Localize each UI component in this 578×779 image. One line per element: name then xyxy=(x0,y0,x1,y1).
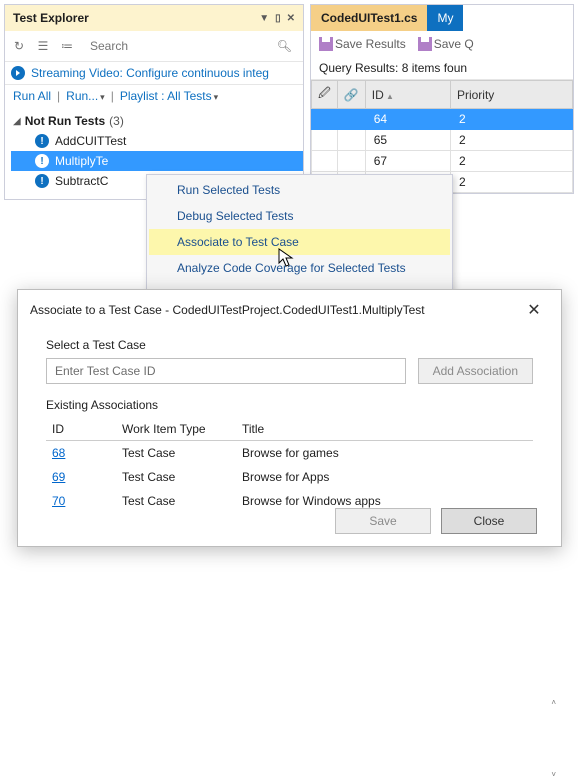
close-button[interactable]: Close xyxy=(441,508,537,534)
test-label: MultiplyTe xyxy=(55,154,108,168)
tab-strip: CodedUITest1.cs My xyxy=(311,5,573,31)
save-results-button[interactable]: Save Results xyxy=(319,37,406,51)
test-explorer-panel: Test Explorer ▼ ▯ ✕ ↻ ☰ ≔ 🔍︎ Streaming V… xyxy=(4,4,304,200)
not-run-icon: ! xyxy=(35,154,49,168)
results-panel: CodedUITest1.cs My Save Results Save Q Q… xyxy=(310,4,574,194)
add-association-button[interactable]: Add Association xyxy=(418,358,533,384)
tab-other[interactable]: My xyxy=(427,5,463,31)
save-query-button[interactable]: Save Q xyxy=(418,37,474,51)
group-count: (3) xyxy=(109,114,124,128)
panel-title: Test Explorer xyxy=(13,11,259,25)
dialog-titlebar: Associate to a Test Case - CodedUITestPr… xyxy=(18,290,561,330)
results-toolbar: Save Results Save Q xyxy=(311,31,573,57)
dialog-footer: Save Close xyxy=(335,508,537,534)
grid-row[interactable]: 652 xyxy=(312,130,573,151)
menu-run-selected[interactable]: Run Selected Tests xyxy=(149,177,450,203)
query-results-summary: Query Results: 8 items foun xyxy=(311,57,573,80)
expand-caret-icon: ◢ xyxy=(13,116,21,127)
col-priority[interactable]: Priority xyxy=(450,81,572,109)
close-icon[interactable]: ✕ xyxy=(287,13,295,24)
col-id[interactable]: ID xyxy=(365,81,450,109)
test-item[interactable]: ! AddCUITTest xyxy=(11,131,303,151)
search-icon[interactable]: 🔍︎ xyxy=(277,39,292,53)
select-test-case-label: Select a Test Case xyxy=(46,338,533,352)
test-label: AddCUITTest xyxy=(55,134,126,148)
scroll-down-icon[interactable]: ˅ xyxy=(551,770,556,779)
menu-analyze-coverage[interactable]: Analyze Code Coverage for Selected Tests xyxy=(149,255,450,281)
play-icon xyxy=(11,66,25,80)
col-id[interactable]: ID xyxy=(46,418,116,441)
assoc-row[interactable]: 69Test CaseBrowse for Apps xyxy=(46,465,533,489)
dialog-close-button[interactable]: ✕ xyxy=(519,300,549,320)
test-item-selected[interactable]: ! MultiplyTe xyxy=(11,151,303,171)
not-run-icon: ! xyxy=(35,174,49,188)
menu-associate-test-case[interactable]: Associate to Test Case xyxy=(149,229,450,255)
tree-group-header[interactable]: ◢ Not Run Tests (3) xyxy=(11,111,303,131)
search-box[interactable]: 🔍︎ xyxy=(83,35,297,57)
not-run-icon: ! xyxy=(35,134,49,148)
workitem-link[interactable]: 69 xyxy=(52,470,65,484)
playlist-icon[interactable]: ≔ xyxy=(59,38,75,54)
test-label: SubtractC xyxy=(55,174,108,188)
associations-table: ID Work Item Type Title 68Test CaseBrows… xyxy=(46,418,533,513)
refresh-icon[interactable]: ↻ xyxy=(11,38,27,54)
menu-debug-selected[interactable]: Debug Selected Tests xyxy=(149,203,450,229)
grid-row[interactable]: 642 xyxy=(312,109,573,130)
workitem-link[interactable]: 68 xyxy=(52,446,65,460)
run-dropdown[interactable]: Run... xyxy=(66,89,105,103)
scroll-up-icon[interactable]: ˄ xyxy=(551,698,556,707)
video-link-bar[interactable]: Streaming Video: Configure continuous in… xyxy=(5,62,303,85)
dropdown-icon[interactable]: ▼ xyxy=(259,13,269,24)
search-input[interactable] xyxy=(88,38,277,54)
test-case-id-input[interactable]: Enter Test Case ID xyxy=(46,358,406,384)
workitem-link[interactable]: 70 xyxy=(52,494,65,508)
associate-dialog: Associate to a Test Case - CodedUITestPr… xyxy=(17,289,562,547)
save-icon xyxy=(319,37,333,51)
dialog-title: Associate to a Test Case - CodedUITestPr… xyxy=(30,303,519,317)
panel-titlebar: Test Explorer ▼ ▯ ✕ xyxy=(5,5,303,31)
tab-codeduitest[interactable]: CodedUITest1.cs xyxy=(311,5,427,31)
grid-row[interactable]: 672 xyxy=(312,151,573,172)
pin-icon[interactable]: ▯ xyxy=(275,13,281,24)
existing-associations-label: Existing Associations xyxy=(46,398,533,412)
playlist-dropdown[interactable]: Playlist : All Tests xyxy=(120,89,218,103)
assoc-header-row: ID Work Item Type Title xyxy=(46,418,533,441)
link-col-icon[interactable]: 🖉 xyxy=(312,81,338,109)
assoc-row[interactable]: 68Test CaseBrowse for games xyxy=(46,441,533,466)
save-button[interactable]: Save xyxy=(335,508,431,534)
video-link-text: Streaming Video: Configure continuous in… xyxy=(31,66,269,80)
link-col-icon[interactable]: 🔗 xyxy=(337,81,365,109)
grid-header-row: 🖉 🔗 ID Priority xyxy=(312,81,573,109)
group-title: Not Run Tests xyxy=(25,114,105,128)
save-icon xyxy=(418,37,432,51)
run-bar: Run All | Run... | Playlist : All Tests xyxy=(5,85,303,107)
run-all-link[interactable]: Run All xyxy=(13,89,51,103)
toolbar: ↻ ☰ ≔ 🔍︎ xyxy=(5,31,303,62)
col-work-item-type[interactable]: Work Item Type xyxy=(116,418,236,441)
group-icon[interactable]: ☰ xyxy=(35,38,51,54)
col-title[interactable]: Title xyxy=(236,418,533,441)
